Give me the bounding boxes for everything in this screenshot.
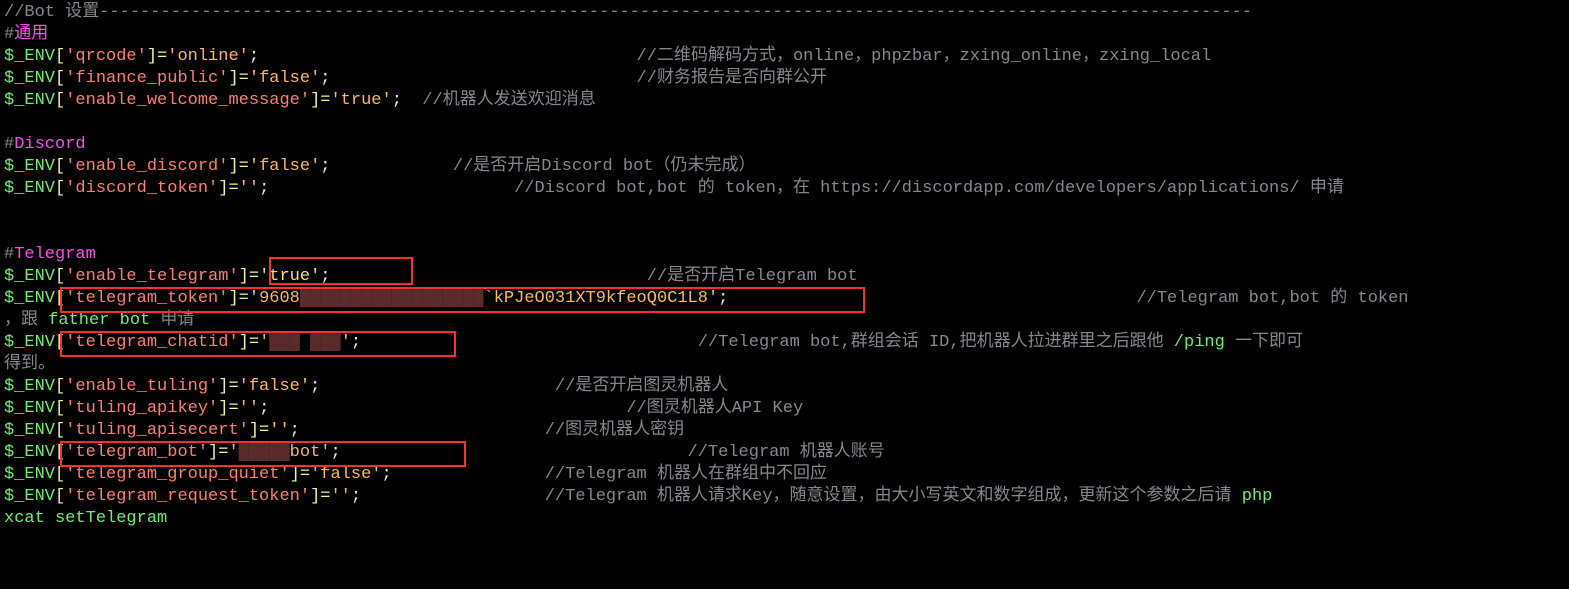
section-general: 通用 — [14, 25, 48, 44]
section-telegram: Telegram — [14, 245, 96, 264]
header-comment: //Bot 设置--------------------------------… — [4, 3, 1252, 22]
section-discord: Discord — [14, 135, 85, 154]
code-block: //Bot 设置--------------------------------… — [0, 0, 1569, 530]
